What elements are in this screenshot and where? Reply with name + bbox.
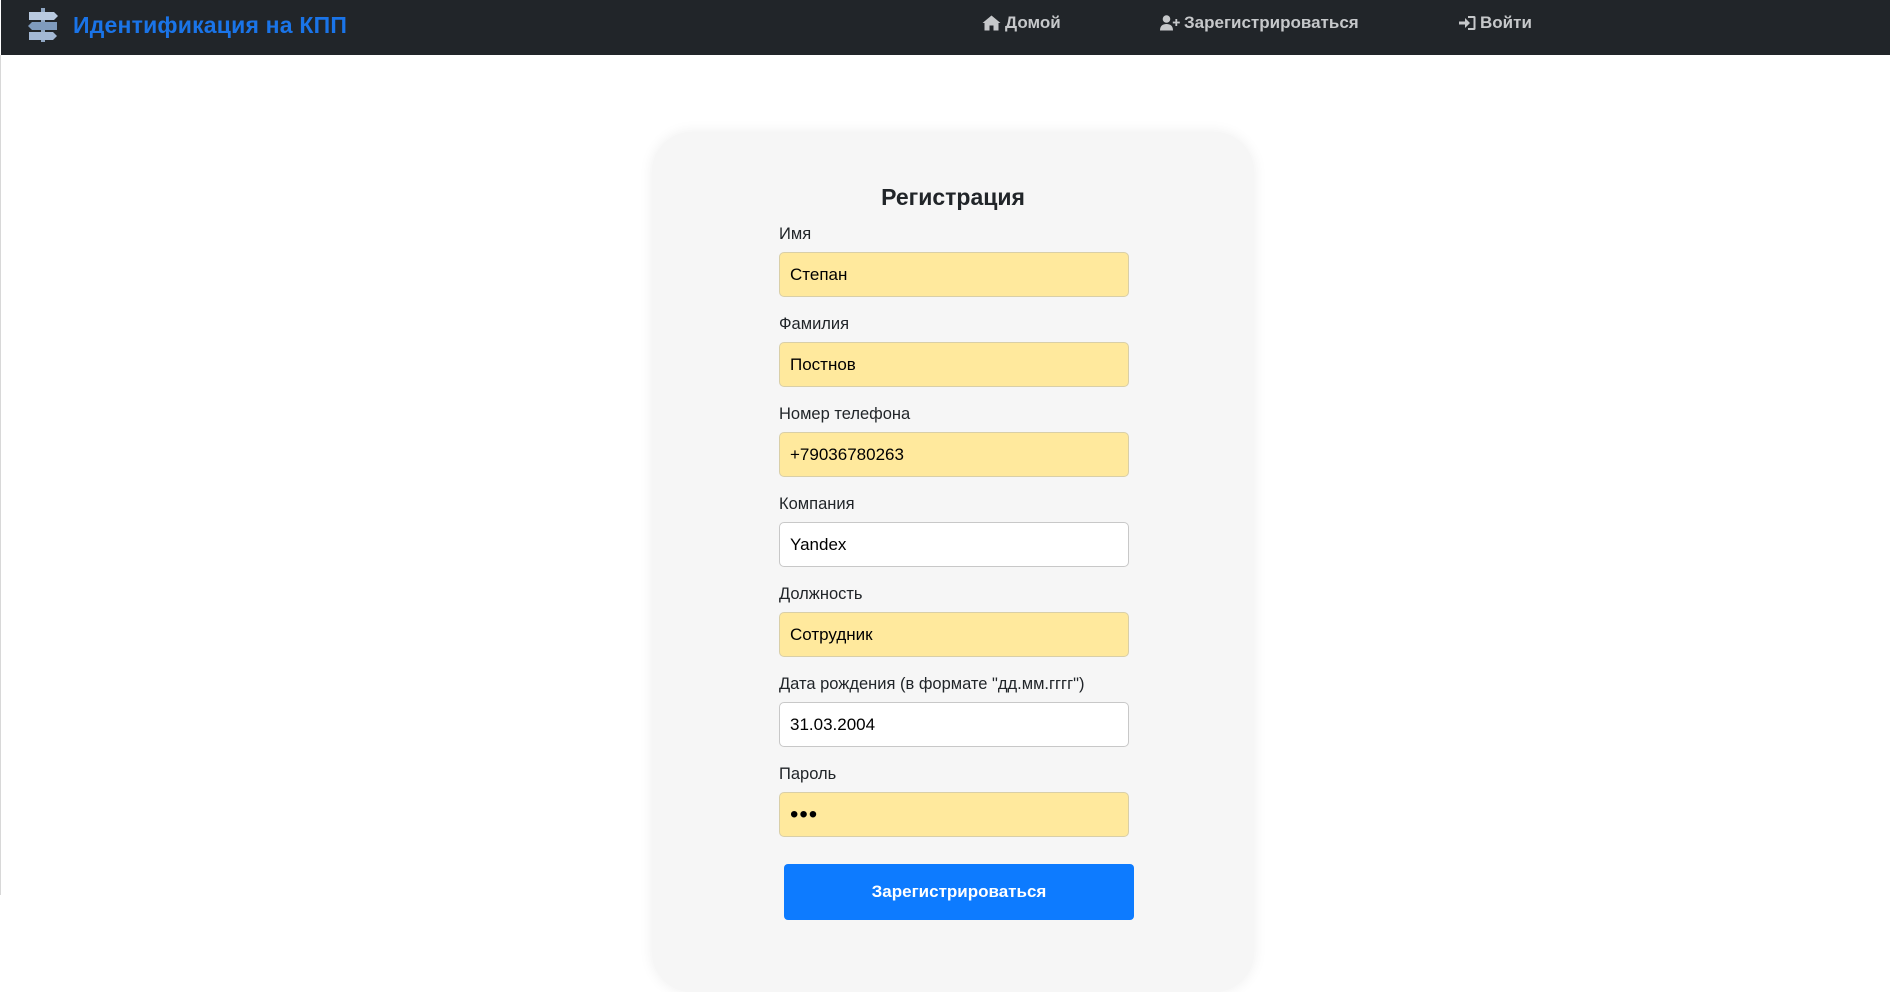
register-submit-button[interactable]: Зарегистрироваться bbox=[784, 864, 1134, 920]
phone-input[interactable] bbox=[779, 432, 1129, 477]
brand-title: Идентификация на КПП bbox=[73, 11, 348, 38]
password-input[interactable] bbox=[779, 792, 1129, 837]
birth-date-label: Дата рождения (в формате "дд.мм.гггг") bbox=[779, 675, 1085, 693]
nav-link-register[interactable]: Зарегистрироваться bbox=[1160, 12, 1359, 34]
first-name-input[interactable] bbox=[779, 252, 1129, 297]
nav-link-register-label: Зарегистрироваться bbox=[1184, 13, 1359, 32]
first-name-label: Имя bbox=[779, 225, 812, 243]
form-title: Регистрация bbox=[881, 184, 1025, 210]
sign-in-icon bbox=[1459, 16, 1476, 30]
last-name-input[interactable] bbox=[779, 342, 1129, 387]
last-name-label: Фамилия bbox=[779, 315, 850, 333]
position-input[interactable] bbox=[779, 612, 1129, 657]
page-left-border bbox=[0, 55, 1, 895]
company-input[interactable] bbox=[779, 522, 1129, 567]
phone-label: Номер телефона bbox=[779, 405, 911, 423]
company-label: Компания bbox=[779, 495, 855, 513]
top-navbar: Идентификация на КПП Домой Зарегистриров… bbox=[1, 0, 1890, 55]
brand-link[interactable]: Идентификация на КПП bbox=[27, 7, 347, 43]
nav-link-login[interactable]: Войти bbox=[1459, 12, 1532, 34]
birth-date-input[interactable] bbox=[779, 702, 1129, 747]
position-label: Должность bbox=[779, 585, 863, 603]
signpost-logo-icon bbox=[28, 8, 58, 42]
nav-link-login-label: Войти bbox=[1480, 13, 1532, 32]
password-label: Пароль bbox=[779, 765, 837, 783]
home-icon bbox=[982, 15, 1001, 31]
nav-link-home[interactable]: Домой bbox=[982, 12, 1061, 34]
user-plus-icon bbox=[1160, 15, 1180, 31]
nav-link-home-label: Домой bbox=[1005, 13, 1061, 32]
